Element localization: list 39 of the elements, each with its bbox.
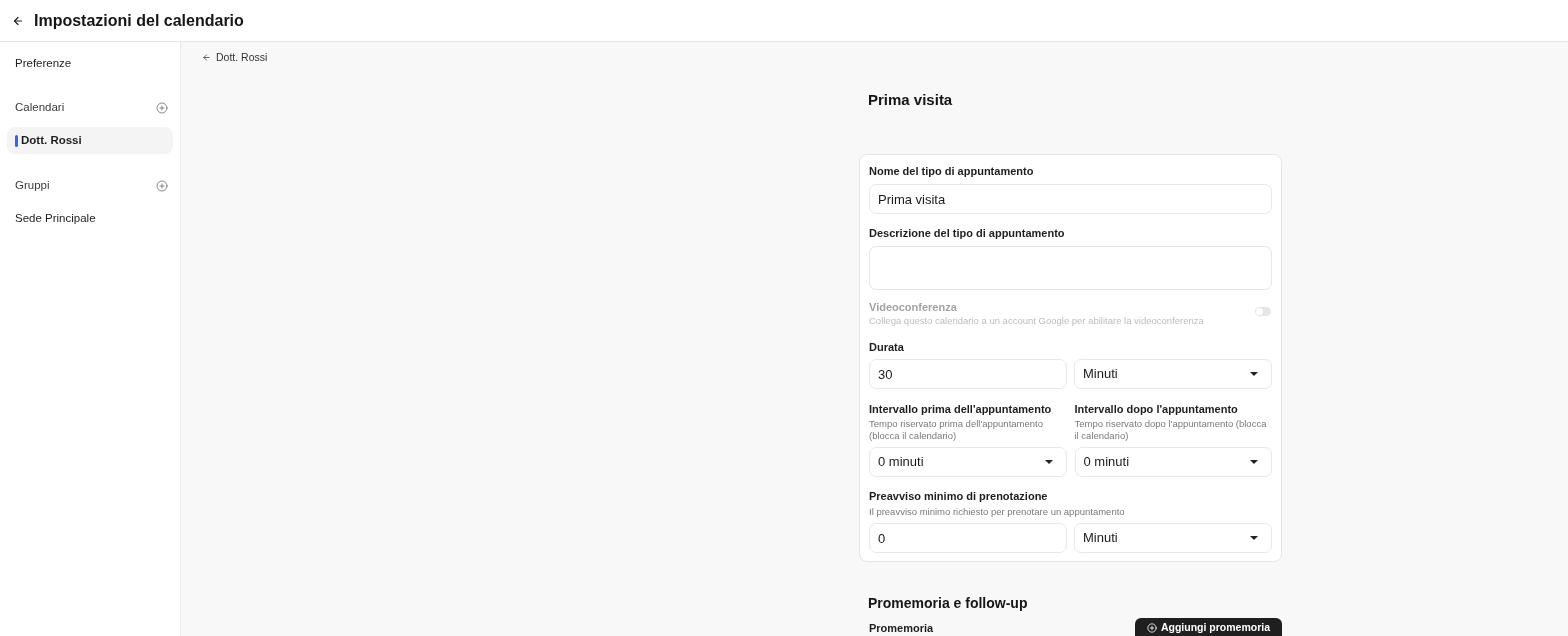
sidebar-item[interactable]: Sede Principale [7, 205, 173, 232]
text-field[interactable]: Prima visita [869, 184, 1272, 214]
select-field[interactable]: Minuti [1074, 359, 1272, 389]
caret-down-icon [1044, 460, 1053, 464]
section-heading: Prima visita [868, 90, 954, 110]
field-description: Collega questo calendario a un account Google per abilitare la videoconferenza [869, 315, 1204, 327]
add-icon[interactable] [156, 180, 168, 192]
add-icon[interactable] [156, 102, 168, 114]
select-field[interactable]: 0 minuti [1074, 447, 1272, 477]
caret-down-icon [1250, 460, 1258, 464]
plus-circle-icon [1146, 623, 1157, 633]
caret-down-icon [1250, 372, 1258, 376]
sidebar-item[interactable]: Preferenze [7, 50, 173, 77]
select-field[interactable]: Minuti [1074, 523, 1272, 553]
section-title: Calendari [15, 100, 65, 116]
sidebar-item[interactable]: Dott. Rossi [7, 127, 173, 154]
select-field[interactable]: 0 minuti [869, 447, 1067, 477]
field-label: Promemoria [869, 620, 934, 636]
back-arrow-icon[interactable] [12, 14, 24, 27]
caret-down-icon [1250, 536, 1258, 540]
number-field[interactable]: 0 [869, 523, 1067, 553]
field-label: Preavviso minimo di prenotazione [869, 489, 1049, 503]
selection-bar-icon [15, 134, 18, 147]
back-arrow-icon [202, 52, 211, 62]
number-field[interactable]: 30 [869, 359, 1067, 389]
back-link[interactable]: Dott. Rossi [202, 50, 268, 64]
field-label: Nome del tipo di appuntamento [869, 164, 1035, 178]
field-label: Durata [869, 340, 905, 354]
field-description: Tempo riservato prima dell'appuntamento (blocca il calendario) [869, 418, 1044, 442]
page-title: Impostazioni del calendario [34, 10, 244, 31]
field-description: Tempo riservato dopo l'appuntamento (blocca il calendario) [1074, 418, 1268, 442]
field-description: Il preavviso minimo richiesto per prenotare un appuntamento [869, 506, 1126, 518]
field-label: Intervallo dopo l'appuntamento [1074, 402, 1239, 416]
section-title: Gruppi [15, 178, 50, 194]
field-label: Videoconferenza [869, 300, 958, 314]
field-label: Descrizione del tipo di appuntamento [869, 226, 1066, 240]
add-reminder-button[interactable]: Aggiungi promemoria [1134, 618, 1282, 636]
section-heading: Promemoria e follow-up [868, 594, 1029, 612]
field-label: Intervallo prima dell'appuntamento [869, 402, 1053, 416]
